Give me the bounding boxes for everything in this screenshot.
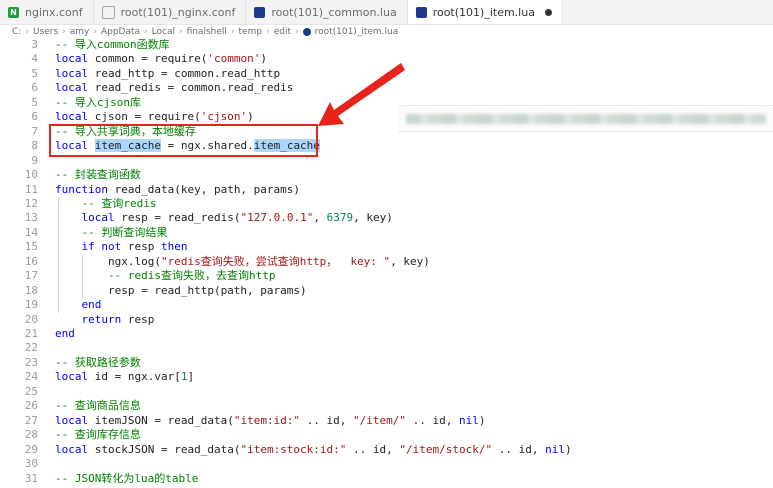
highlight-box — [49, 124, 318, 157]
annotation-arrow-icon — [318, 63, 405, 126]
text-cursor-icon — [138, 144, 139, 156]
